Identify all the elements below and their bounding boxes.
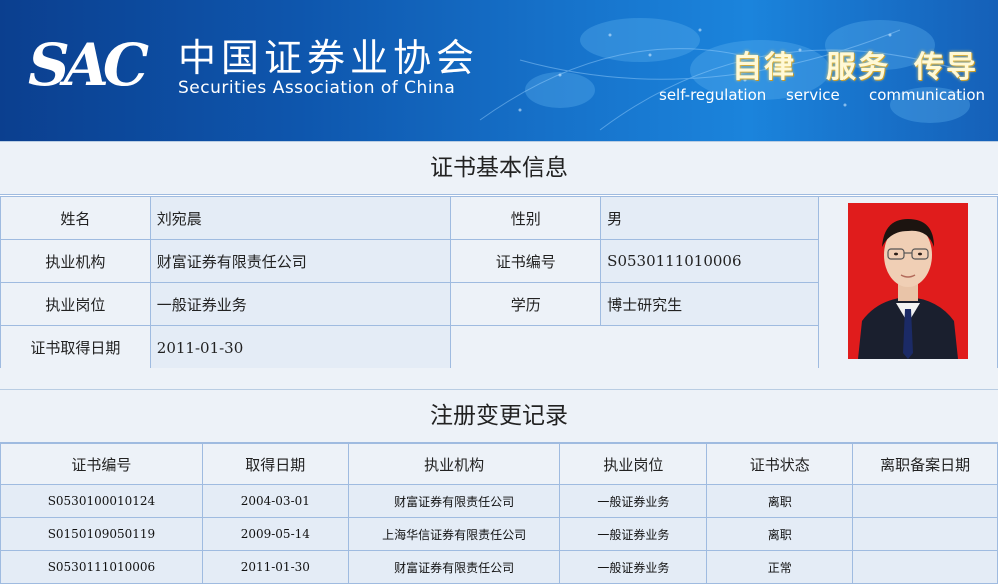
- cert-no-value: S0530111010006: [600, 239, 820, 283]
- cell-status: 离职: [706, 517, 854, 551]
- cert-date-value: 2011-01-30: [149, 325, 452, 370]
- cell-date: 2009-05-14: [201, 517, 349, 551]
- slogan-self-regulation-en: self-regulation: [659, 86, 767, 104]
- cert-date-label: 证书取得日期: [0, 325, 151, 370]
- cell-org: 上海华信证券有限责任公司: [347, 517, 561, 551]
- col-position: 执业岗位: [559, 443, 708, 485]
- org-name-cn: 中国证券业协会: [178, 36, 480, 80]
- cell-cert-no: S0150109050119: [0, 517, 203, 551]
- education-value: 博士研究生: [600, 282, 820, 326]
- person-photo: [848, 203, 969, 359]
- gender-label: 性别: [450, 196, 602, 240]
- cell-cert-no: S0530111010006: [0, 550, 203, 584]
- slogan-service-cn: 服务: [826, 50, 890, 85]
- section-spacer: [0, 368, 998, 390]
- position-label: 执业岗位: [0, 282, 151, 326]
- records-header-row: 证书编号 取得日期 执业机构 执业岗位 证书状态 离职备案日期: [0, 443, 998, 485]
- records-title: 注册变更记录: [0, 389, 998, 443]
- empty-cell: [450, 325, 820, 370]
- table-row: S0150109050119 2009-05-14 上海华信证券有限责任公司 一…: [0, 517, 998, 551]
- table-row: S0530100010124 2004-03-01 财富证券有限责任公司 一般证…: [0, 484, 998, 518]
- name-value: 刘宛晨: [149, 196, 452, 240]
- basic-info-title: 证书基本信息: [0, 141, 998, 195]
- cell-date: 2011-01-30: [201, 550, 349, 584]
- cell-status: 正常: [706, 550, 854, 584]
- cell-cert-no: S0530100010124: [0, 484, 203, 518]
- col-leave-date: 离职备案日期: [852, 443, 998, 485]
- cert-no-label: 证书编号: [450, 239, 602, 283]
- cell-leave-date: [852, 517, 998, 551]
- col-cert-no: 证书编号: [0, 443, 203, 485]
- records-table: 证书编号 取得日期 执业机构 执业岗位 证书状态 离职备案日期 S0530100…: [0, 443, 998, 584]
- col-date: 取得日期: [201, 443, 349, 485]
- gender-value: 男: [600, 196, 820, 240]
- org-value: 财富证券有限责任公司: [149, 239, 452, 283]
- cell-leave-date: [852, 484, 998, 518]
- slogan-self-regulation-cn: 自律: [732, 50, 796, 85]
- header-banner: SAC 中国证券业协会 Securities Association of Ch…: [0, 0, 998, 141]
- cell-position: 一般证券业务: [559, 484, 708, 518]
- basic-info-table: 姓名 刘宛晨 性别 男 执业机构 财富证券有限责任公司 证书编号 S053011…: [0, 196, 998, 370]
- cell-leave-date: [852, 550, 998, 584]
- cell-position: 一般证券业务: [559, 517, 708, 551]
- col-org: 执业机构: [347, 443, 561, 485]
- education-label: 学历: [450, 282, 602, 326]
- cell-status: 离职: [706, 484, 854, 518]
- cell-position: 一般证券业务: [559, 550, 708, 584]
- cell-org: 财富证券有限责任公司: [347, 484, 561, 518]
- table-row: S0530111010006 2011-01-30 财富证券有限责任公司 一般证…: [0, 550, 998, 584]
- photo-cell: [818, 196, 998, 370]
- cell-date: 2004-03-01: [201, 484, 349, 518]
- org-name-en: Securities Association of China: [178, 78, 456, 98]
- sac-logo: SAC: [28, 31, 149, 99]
- position-value: 一般证券业务: [149, 282, 452, 326]
- cell-org: 财富证券有限责任公司: [347, 550, 561, 584]
- slogan-communication-en: communication: [869, 86, 986, 104]
- col-status: 证书状态: [706, 443, 854, 485]
- name-label: 姓名: [0, 196, 151, 240]
- slogan-communication-cn: 传导: [914, 50, 978, 85]
- org-label: 执业机构: [0, 239, 151, 283]
- slogan-service-en: service: [786, 86, 840, 104]
